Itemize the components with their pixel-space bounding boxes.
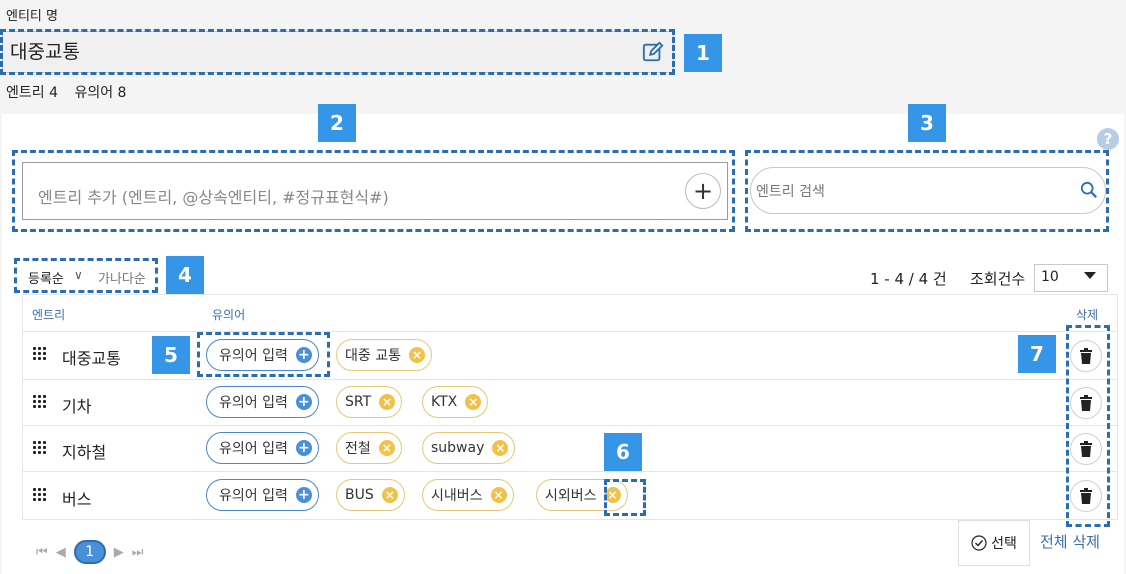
prev-page-icon[interactable]: ◀ <box>56 545 66 560</box>
row-divider <box>23 425 1117 426</box>
remove-synonym-icon[interactable]: × <box>490 487 507 503</box>
help-icon[interactable]: ? <box>1097 128 1119 150</box>
callout-2-badge: 2 <box>318 104 356 142</box>
synonym-text: 전철 <box>345 441 371 457</box>
callout-3-badge: 3 <box>908 104 946 142</box>
add-synonym-icon[interactable]: + <box>295 394 312 410</box>
drag-handle-icon[interactable] <box>32 440 46 454</box>
paging-info: 1 - 4 / 4 건 <box>870 270 947 288</box>
callout-6-badge: 6 <box>604 433 642 471</box>
synonym-chip: 대중 교통 × <box>336 339 432 371</box>
synonym-input[interactable]: 유의어 입력 + <box>206 432 319 464</box>
add-synonym-icon[interactable]: + <box>295 440 312 456</box>
entry-name: 기차 <box>62 397 92 416</box>
callout-3-outline <box>745 150 1109 232</box>
drag-handle-icon[interactable] <box>32 487 46 501</box>
column-header-synonym: 유의어 <box>212 308 246 322</box>
callout-5-badge: 5 <box>152 336 190 374</box>
pagination: ⏮ ◀ 1 ▶ ⏭ <box>36 540 143 564</box>
row-divider <box>23 331 1117 332</box>
column-header-delete: 삭제 <box>1076 308 1099 322</box>
current-page[interactable]: 1 <box>73 540 106 564</box>
synonym-input-label: 유의어 입력 <box>219 395 288 411</box>
callout-1-badge: 1 <box>684 34 722 72</box>
callout-6-outline <box>604 479 646 516</box>
next-page-icon[interactable]: ▶ <box>114 545 124 560</box>
remove-synonym-icon[interactable]: × <box>381 487 398 503</box>
entry-name: 대중교통 <box>62 349 121 368</box>
column-header-entry: 엔트리 <box>32 308 66 322</box>
row-divider <box>23 379 1117 380</box>
callout-5-outline <box>197 332 330 377</box>
check-circle-icon <box>971 535 987 551</box>
entry-name: 지하철 <box>62 443 107 462</box>
select-label: 선택 <box>991 536 1017 552</box>
synonym-text: KTX <box>431 394 458 410</box>
synonym-input[interactable]: 유의어 입력 + <box>206 386 319 418</box>
drag-handle-icon[interactable] <box>32 346 46 360</box>
caret-down-icon[interactable] <box>1084 272 1096 279</box>
synonym-text: 시내버스 <box>431 488 483 504</box>
callout-7-outline <box>1066 325 1110 527</box>
synonym-chip: 전철 × <box>336 432 402 464</box>
synonym-chip: SRT × <box>336 386 403 418</box>
remove-synonym-icon[interactable]: × <box>378 440 395 456</box>
entry-count: 엔트리 4 <box>6 85 58 101</box>
synonym-text: 시외버스 <box>545 488 597 504</box>
last-page-icon[interactable]: ⏭ <box>132 545 144 560</box>
first-page-icon[interactable]: ⏮ <box>36 545 48 560</box>
page-size-label: 조회건수 <box>970 270 1026 288</box>
synonym-chip: 시내버스 × <box>422 479 514 511</box>
entry-name: 버스 <box>62 490 92 509</box>
page-size-select[interactable]: 10 <box>1034 264 1108 292</box>
synonym-chip: subway × <box>422 432 516 464</box>
add-synonym-icon[interactable]: + <box>295 487 312 503</box>
remove-synonym-icon[interactable]: × <box>465 394 482 410</box>
synonym-text: SRT <box>345 394 372 410</box>
row-divider <box>23 471 1117 472</box>
callout-4-outline <box>14 258 158 293</box>
synonym-input-label: 유의어 입력 <box>219 488 288 504</box>
synonym-input[interactable]: 유의어 입력 + <box>206 479 319 511</box>
delete-all-button[interactable]: 전체 삭제 <box>1040 531 1100 552</box>
synonym-chip: BUS × <box>336 479 405 511</box>
remove-synonym-icon[interactable]: × <box>408 347 425 363</box>
select-button[interactable]: 선택 <box>958 520 1030 566</box>
drag-handle-icon[interactable] <box>32 394 46 408</box>
synonym-input-label: 유의어 입력 <box>219 441 288 457</box>
synonym-text: 대중 교통 <box>345 348 401 364</box>
remove-synonym-icon[interactable]: × <box>379 394 396 410</box>
entity-counts: 엔트리 4 유의어 8 <box>6 82 138 102</box>
callout-1-outline <box>0 29 675 75</box>
remove-synonym-icon[interactable]: × <box>492 440 509 456</box>
synonym-count: 유의어 8 <box>74 85 127 101</box>
synonym-text: BUS <box>345 487 374 503</box>
entity-name-label: 엔티티 명 <box>6 9 58 24</box>
callout-4-badge: 4 <box>166 256 204 294</box>
callout-2-outline <box>12 150 735 232</box>
synonym-chip: KTX × <box>422 386 489 418</box>
callout-7-badge: 7 <box>1018 335 1056 373</box>
synonym-text: subway <box>431 440 485 456</box>
